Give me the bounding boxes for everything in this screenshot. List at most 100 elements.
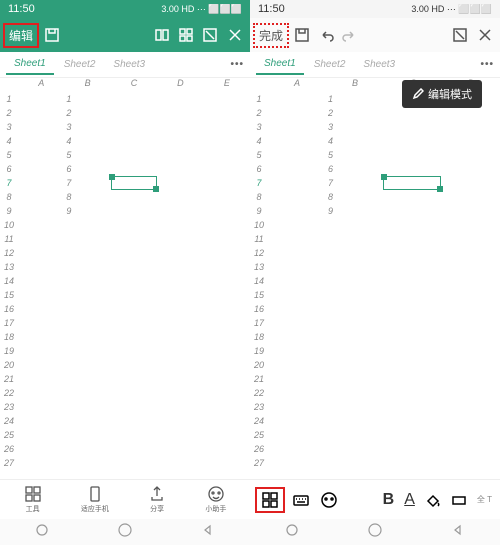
sheet-more[interactable]: •••: [230, 59, 244, 70]
cell[interactable]: 4: [64, 136, 110, 146]
cell[interactable]: 7: [326, 178, 384, 188]
table-row[interactable]: 14: [250, 274, 500, 288]
nav-back-icon[interactable]: [201, 523, 215, 542]
table-row[interactable]: 20: [0, 358, 250, 372]
font-color-icon[interactable]: A: [404, 491, 415, 509]
table-row[interactable]: 16: [250, 302, 500, 316]
table-row[interactable]: 21: [0, 372, 250, 386]
nav-home-icon[interactable]: [118, 523, 132, 542]
selection-box[interactable]: [111, 176, 157, 190]
table-row[interactable]: 11: [0, 232, 250, 246]
table-row[interactable]: 88: [250, 190, 500, 204]
view-icon[interactable]: [154, 27, 170, 43]
adapt-button[interactable]: 适应手机: [81, 485, 109, 514]
cell[interactable]: 3: [326, 122, 384, 132]
sheet-tab-3[interactable]: Sheet3: [105, 55, 153, 74]
nav-back-icon[interactable]: [451, 523, 465, 542]
cell[interactable]: 2: [326, 108, 384, 118]
sheet-tab-1[interactable]: Sheet1: [256, 54, 304, 75]
cell[interactable]: 8: [326, 192, 384, 202]
table-row[interactable]: 26: [250, 442, 500, 456]
table-row[interactable]: 66: [250, 162, 500, 176]
table-row[interactable]: 66: [0, 162, 250, 176]
tools-button[interactable]: 工具: [24, 485, 42, 514]
cell[interactable]: 3: [64, 122, 110, 132]
table-row[interactable]: 99: [250, 204, 500, 218]
edit-mode-pill[interactable]: 编辑模式: [402, 80, 482, 108]
sheet-tab-3[interactable]: Sheet3: [355, 55, 403, 74]
table-row[interactable]: 11: [0, 92, 250, 106]
cell[interactable]: 4: [326, 136, 384, 146]
share-button[interactable]: 分享: [148, 485, 166, 514]
table-row[interactable]: 88: [0, 190, 250, 204]
table-row[interactable]: 99: [0, 204, 250, 218]
insert-icon[interactable]: [202, 27, 218, 43]
sheet-tab-2[interactable]: Sheet2: [306, 55, 354, 74]
cell[interactable]: 8: [64, 192, 110, 202]
table-row[interactable]: 23: [250, 400, 500, 414]
cell[interactable]: 9: [64, 206, 110, 216]
cell[interactable]: 6: [64, 164, 110, 174]
assistant-button[interactable]: 小助手: [205, 485, 226, 514]
table-row[interactable]: 23: [0, 400, 250, 414]
table-row[interactable]: 44: [250, 134, 500, 148]
sheet-tab-2[interactable]: Sheet2: [56, 55, 104, 74]
table-row[interactable]: 24: [0, 414, 250, 428]
table-row[interactable]: 77: [250, 176, 500, 190]
table-row[interactable]: 10: [0, 218, 250, 232]
table-row[interactable]: 18: [250, 330, 500, 344]
tools-button[interactable]: [258, 490, 282, 510]
sheet-tab-1[interactable]: Sheet1: [6, 54, 54, 75]
table-row[interactable]: 16: [0, 302, 250, 316]
close-icon[interactable]: [476, 26, 494, 44]
fill-icon[interactable]: [425, 492, 441, 508]
table-row[interactable]: 15: [0, 288, 250, 302]
table-row[interactable]: 19: [0, 344, 250, 358]
table-row[interactable]: 10: [250, 218, 500, 232]
table-row[interactable]: 12: [250, 246, 500, 260]
table-row[interactable]: 55: [0, 148, 250, 162]
save-icon[interactable]: [44, 27, 60, 43]
table-row[interactable]: 25: [0, 428, 250, 442]
done-button[interactable]: 完成: [256, 26, 286, 45]
table-row[interactable]: 17: [250, 316, 500, 330]
redo-icon[interactable]: [342, 27, 358, 43]
table-row[interactable]: 27: [0, 456, 250, 470]
table-row[interactable]: 18: [0, 330, 250, 344]
nav-recent-icon[interactable]: [285, 523, 299, 542]
insert-icon[interactable]: [452, 27, 468, 43]
edit-button[interactable]: 编辑: [6, 26, 36, 45]
table-row[interactable]: 15: [250, 288, 500, 302]
table-row[interactable]: 17: [0, 316, 250, 330]
table-row[interactable]: 26: [0, 442, 250, 456]
table-row[interactable]: 14: [0, 274, 250, 288]
table-row[interactable]: 33: [250, 120, 500, 134]
assistant-icon[interactable]: [320, 491, 338, 509]
spreadsheet-grid[interactable]: A B C D E 112233445566778899101112131415…: [0, 78, 250, 479]
cell[interactable]: 7: [64, 178, 110, 188]
table-row[interactable]: 33: [0, 120, 250, 134]
table-row[interactable]: 44: [0, 134, 250, 148]
spreadsheet-grid[interactable]: A B C D 11223344556677889910111213141516…: [250, 78, 500, 479]
table-row[interactable]: 19: [250, 344, 500, 358]
table-row[interactable]: 13: [0, 260, 250, 274]
cell[interactable]: 5: [326, 150, 384, 160]
cell[interactable]: 6: [326, 164, 384, 174]
table-row[interactable]: 20: [250, 358, 500, 372]
table-row[interactable]: 12: [0, 246, 250, 260]
cell-icon[interactable]: [451, 492, 467, 508]
table-row[interactable]: 22: [250, 386, 500, 400]
table-row[interactable]: 55: [250, 148, 500, 162]
cell[interactable]: 2: [64, 108, 110, 118]
grid-icon[interactable]: [178, 27, 194, 43]
cell[interactable]: 1: [64, 94, 110, 104]
table-row[interactable]: 22: [250, 106, 500, 120]
selection-box[interactable]: [383, 176, 441, 190]
table-row[interactable]: 27: [250, 456, 500, 470]
keyboard-toggle[interactable]: 全 T: [477, 494, 492, 505]
sheet-more[interactable]: •••: [480, 59, 494, 70]
bold-icon[interactable]: B: [383, 491, 395, 509]
undo-icon[interactable]: [318, 27, 334, 43]
keyboard-icon[interactable]: [292, 491, 310, 509]
nav-recent-icon[interactable]: [35, 523, 49, 542]
